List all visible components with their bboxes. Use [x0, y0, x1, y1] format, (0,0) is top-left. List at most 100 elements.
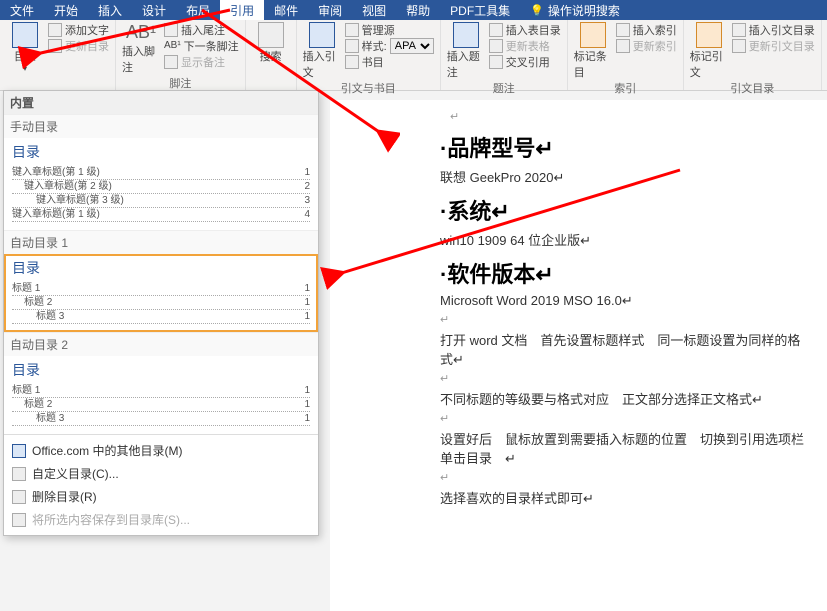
update-citation-toc-button[interactable]: 更新引文目录 — [732, 38, 815, 53]
auto-toc-2-label: 自动目录 2 — [4, 332, 318, 356]
custom-toc[interactable]: 自定义目录(C)... — [4, 462, 318, 485]
insert-endnote-button[interactable]: 插入尾注 — [164, 22, 239, 37]
remove-toc[interactable]: 删除目录(R) — [4, 485, 318, 508]
update-table-button[interactable]: 更新表格 — [489, 38, 561, 53]
update-citation-toc-icon — [732, 39, 746, 53]
group-label: 引文与书目 — [303, 80, 434, 96]
mark-citation-button[interactable]: 标记引文 — [690, 22, 728, 80]
ribbon-group-citation-toc: 标记引文 插入引文目录 更新引文目录 引文目录 — [684, 20, 822, 90]
doc-para-4c: 设置好后 鼠标放置到需要插入标题的位置 切换到引用选项栏 单击目录 ↵ — [440, 429, 807, 467]
toc-button[interactable]: 目录 ▾ — [6, 22, 44, 73]
custom-icon — [12, 467, 26, 481]
footnote-icon: AB¹ — [126, 22, 156, 43]
menu-tellme[interactable]: 💡 操作说明搜索 — [520, 0, 630, 22]
update-index-button[interactable]: 更新索引 — [616, 38, 677, 53]
sources-icon — [345, 23, 359, 37]
doc-heading-2: ·系统↵ — [440, 194, 807, 226]
insert-footnote-button[interactable]: AB¹ 插入脚注 — [122, 22, 160, 75]
update-toc-button[interactable]: 更新目录 — [48, 38, 109, 53]
doc-para-4d: 选择喜欢的目录样式即可↵ — [440, 488, 807, 507]
group-label: 索引 — [574, 80, 677, 96]
group-label: 题注 — [447, 80, 561, 96]
menu-mail[interactable]: 邮件 — [264, 0, 308, 22]
manage-sources-button[interactable]: 管理源 — [345, 22, 434, 37]
doc-para-3: Microsoft Word 2019 MSO 16.0↵ — [440, 293, 807, 309]
fig-toc-button[interactable]: 插入表目录 — [489, 22, 561, 37]
refresh-icon — [48, 39, 62, 53]
chevron-down-icon: ▾ — [23, 64, 27, 73]
menu-bar: 文件 开始 插入 设计 布局 引用 邮件 审阅 视图 帮助 PDF工具集 💡 操… — [0, 0, 827, 20]
next-icon: AB¹ — [164, 40, 181, 51]
doc-heading-3: ·软件版本↵ — [440, 257, 807, 289]
ribbon-group-cite: 插入引文 管理源 样式: APA 书目 引文与书目 — [297, 20, 441, 90]
ribbon: 目录 ▾ 添加文字 更新目录 AB¹ 插入脚注 插入尾注 AB¹下一条脚注 显示… — [0, 20, 827, 91]
document-area[interactable]: ↵ ·品牌型号↵ 联想 GeekPro 2020↵ ·系统↵ win10 190… — [330, 100, 827, 611]
save-toc-selection[interactable]: 将所选内容保存到目录库(S)... — [4, 508, 318, 531]
search-icon — [258, 22, 284, 48]
group-label: 脚注 — [122, 75, 239, 91]
next-footnote-button[interactable]: AB¹下一条脚注 — [164, 38, 239, 53]
toc-icon — [12, 22, 38, 48]
citation-icon — [309, 22, 335, 48]
menu-file[interactable]: 文件 — [0, 0, 44, 22]
para-mark: ↵ — [440, 372, 807, 385]
style-select[interactable]: 样式: APA — [345, 38, 434, 53]
ribbon-group-caption: 插入题注 插入表目录 更新表格 交叉引用 题注 — [441, 20, 568, 90]
add-text-button[interactable]: 添加文字 — [48, 22, 109, 37]
ribbon-group-footnote: AB¹ 插入脚注 插入尾注 AB¹下一条脚注 显示备注 脚注 — [116, 20, 246, 90]
search-button[interactable]: 搜索 — [252, 22, 290, 64]
insert-caption-button[interactable]: 插入题注 — [447, 22, 485, 80]
cross-ref-button[interactable]: 交叉引用 — [489, 54, 561, 69]
manual-toc-preview[interactable]: 目录 键入章标题(第 1 级)1 键入章标题(第 2 级)2 键入章标题(第 3… — [4, 138, 318, 230]
insert-index-icon — [616, 23, 630, 37]
lightbulb-icon: 💡 — [530, 4, 544, 17]
insert-citation-button[interactable]: 插入引文 — [303, 22, 341, 80]
office-icon — [12, 444, 26, 458]
para-mark: ↵ — [440, 471, 807, 484]
auto-toc-1-label: 自动目录 1 — [4, 230, 318, 254]
cursor-mark: ↵ — [450, 110, 807, 123]
doc-para-2: win10 1909 64 位企业版↵ — [440, 230, 807, 249]
menu-view[interactable]: 视图 — [352, 0, 396, 22]
insert-citation-toc-button[interactable]: 插入引文目录 — [732, 22, 815, 37]
bibliography-button[interactable]: 书目 — [345, 54, 434, 69]
ribbon-group-index: 标记条目 插入索引 更新索引 索引 — [568, 20, 684, 90]
group-label: 引文目录 — [690, 80, 815, 96]
insert-index-button[interactable]: 插入索引 — [616, 22, 677, 37]
menu-references[interactable]: 引用 — [220, 0, 264, 22]
ribbon-group-toc: 目录 ▾ 添加文字 更新目录 — [0, 20, 116, 90]
more-office-toc[interactable]: Office.com 中的其他目录(M) — [4, 439, 318, 462]
menu-help[interactable]: 帮助 — [396, 0, 440, 22]
update-index-icon — [616, 39, 630, 53]
caption-icon — [453, 22, 479, 48]
menu-design[interactable]: 设计 — [132, 0, 176, 22]
add-text-icon — [48, 23, 62, 37]
manual-toc-label: 手动目录 — [4, 114, 318, 138]
gallery-header: 内置 — [4, 91, 318, 114]
show-icon — [164, 55, 178, 69]
remove-icon — [12, 490, 26, 504]
menu-layout[interactable]: 布局 — [176, 0, 220, 22]
style-icon — [345, 39, 359, 53]
auto-toc-2-preview[interactable]: 目录 标题 11 标题 21 标题 31 — [4, 356, 318, 434]
menu-insert[interactable]: 插入 — [88, 0, 132, 22]
style-dropdown[interactable]: APA — [390, 38, 434, 54]
cross-icon — [489, 55, 503, 69]
auto-toc-1-preview[interactable]: 目录 标题 11 标题 21 标题 31 — [4, 254, 318, 332]
doc-heading-1: ·品牌型号↵ — [440, 131, 807, 163]
para-mark: ↵ — [440, 412, 807, 425]
endnote-icon — [164, 23, 178, 37]
gallery-footer: Office.com 中的其他目录(M) 自定义目录(C)... 删除目录(R)… — [4, 434, 318, 535]
mark-entry-button[interactable]: 标记条目 — [574, 22, 612, 80]
para-mark: ↵ — [440, 313, 807, 326]
menu-pdf[interactable]: PDF工具集 — [440, 0, 520, 22]
show-notes-button[interactable]: 显示备注 — [164, 54, 239, 69]
index-icon — [580, 22, 606, 48]
mark-citation-icon — [696, 22, 722, 48]
menu-home[interactable]: 开始 — [44, 0, 88, 22]
menu-review[interactable]: 审阅 — [308, 0, 352, 22]
doc-para-4a: 打开 word 文档 首先设置标题样式 同一标题设置为同样的格式↵ — [440, 330, 807, 368]
ribbon-group-search: 搜索 — [246, 20, 297, 90]
toc-gallery-dropdown: 内置 手动目录 目录 键入章标题(第 1 级)1 键入章标题(第 2 级)2 键… — [3, 90, 319, 536]
fig-toc-icon — [489, 23, 503, 37]
